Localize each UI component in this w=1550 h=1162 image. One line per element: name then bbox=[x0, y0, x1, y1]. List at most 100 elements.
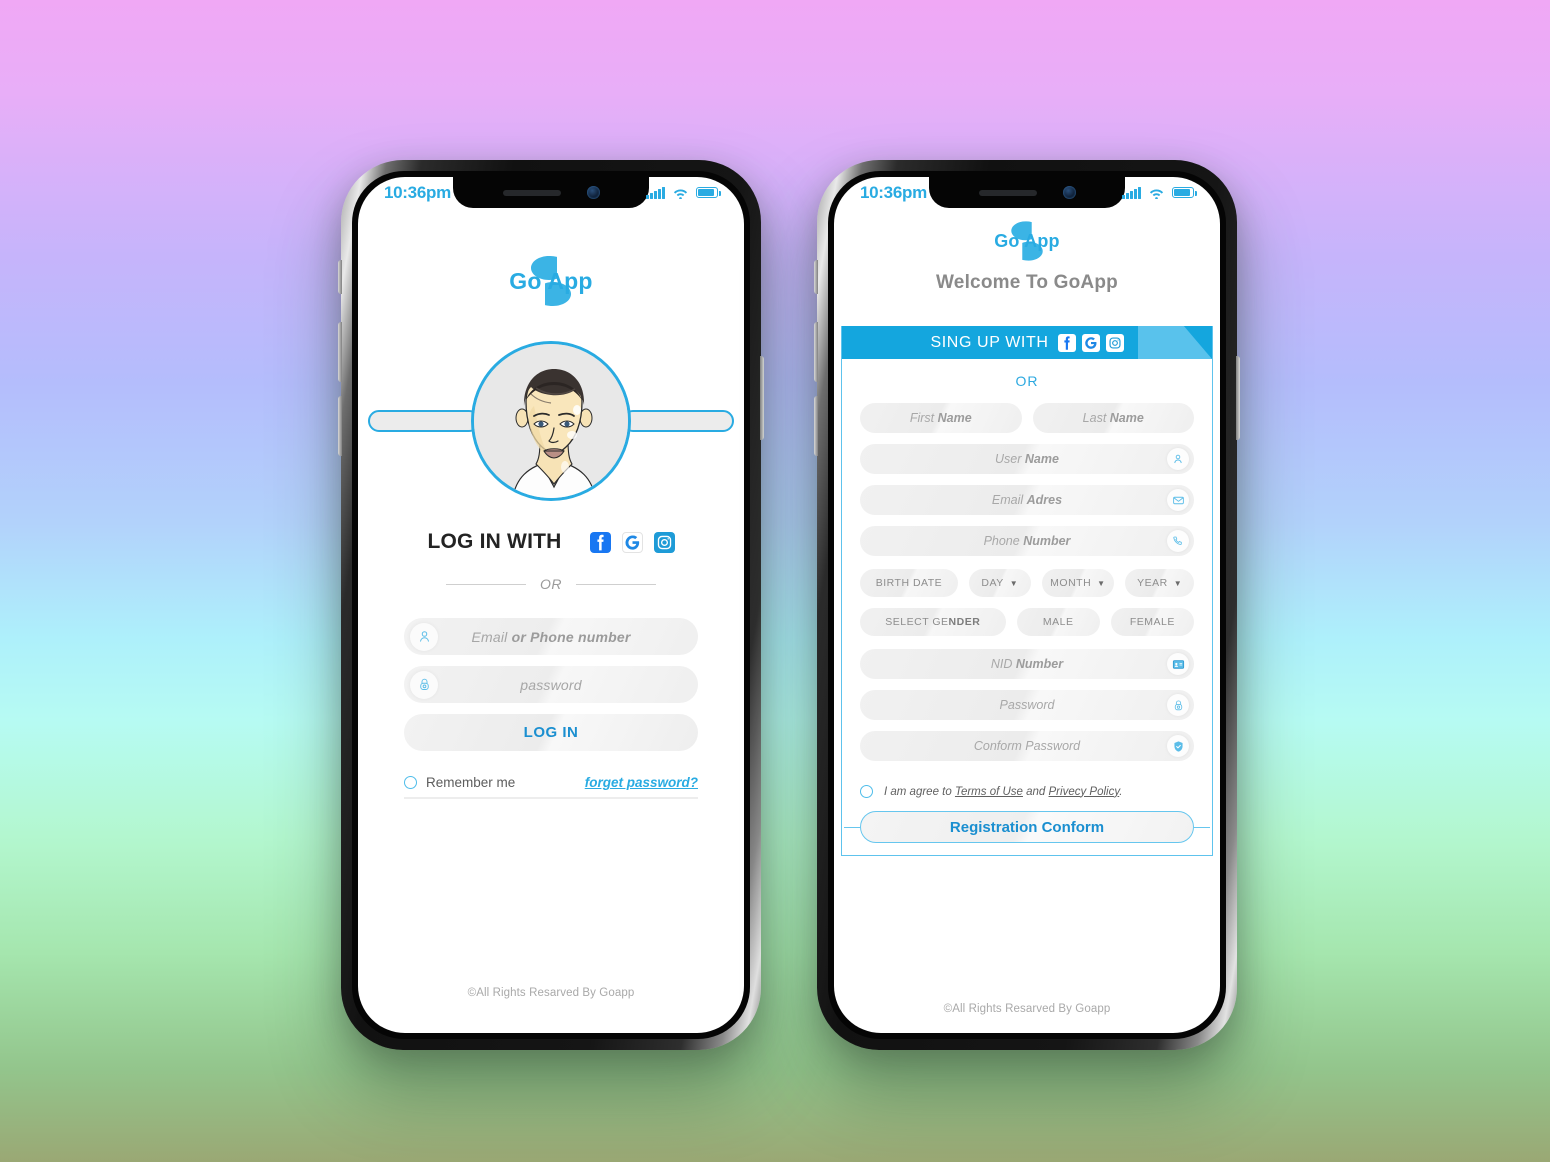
google-icon[interactable] bbox=[1081, 333, 1100, 352]
signup-social-icons bbox=[1057, 333, 1124, 352]
shield-check-icon bbox=[1167, 735, 1189, 757]
privacy-policy-link[interactable]: Privecy Policy bbox=[1049, 786, 1120, 798]
confirm-password-input[interactable]: Conform Password bbox=[860, 731, 1194, 761]
terms-text: I am agree to Terms of Use and Privecy P… bbox=[884, 785, 1123, 798]
id-card-icon bbox=[1167, 653, 1189, 675]
phone-icon bbox=[1167, 530, 1189, 552]
wifi-icon bbox=[1149, 189, 1164, 199]
facebook-icon[interactable] bbox=[1057, 333, 1076, 352]
battery-icon bbox=[1172, 187, 1197, 198]
select-gender-label: SELECT GENDER bbox=[860, 608, 1006, 636]
gender-row: SELECT GENDER MALE FEMALE bbox=[860, 608, 1194, 636]
mute-switch[interactable] bbox=[338, 260, 342, 294]
login-or-divider: OR bbox=[358, 576, 744, 592]
login-phone-bezel: 10:36pm Go App LOG IN WITH OR Email or P… bbox=[352, 171, 750, 1039]
decor-bar-left bbox=[368, 410, 480, 432]
last-name-input[interactable]: Last Name bbox=[1032, 403, 1194, 433]
signup-goapp-logo: Go App bbox=[994, 218, 1060, 264]
goapp-logo: Go App bbox=[509, 252, 593, 310]
registration-confirm-button[interactable]: Registration Conform bbox=[844, 811, 1210, 843]
chevron-down-icon: ▼ bbox=[1173, 578, 1183, 588]
remember-row-underline bbox=[404, 797, 698, 799]
login-status-bar: 10:36pm bbox=[358, 177, 744, 208]
gender-option-female[interactable]: FEMALE bbox=[1110, 608, 1194, 636]
signup-status-time: 10:36pm bbox=[860, 182, 927, 202]
signup-status-bar: 10:36pm bbox=[834, 177, 1220, 208]
name-row: First Name Last Name bbox=[860, 403, 1194, 433]
chevron-down-icon: ▼ bbox=[1097, 578, 1106, 588]
birth-date-row: BIRTH DATE DAY ▼ MONTH ▼ YEAR ▼ bbox=[860, 569, 1195, 597]
signup-power-button[interactable] bbox=[1236, 356, 1240, 440]
lock-icon bbox=[410, 670, 438, 699]
year-dropdown[interactable]: YEAR ▼ bbox=[1125, 569, 1195, 597]
avatar bbox=[471, 341, 631, 501]
signup-with-label: SING UP WITH bbox=[930, 333, 1049, 351]
divider-line-right bbox=[576, 583, 656, 585]
login-with-label: LOG IN WITH bbox=[427, 530, 562, 553]
envelope-icon bbox=[1167, 489, 1189, 511]
instagram-icon[interactable] bbox=[1105, 333, 1124, 352]
signup-volume-down-button[interactable] bbox=[814, 396, 818, 456]
divider-line-left bbox=[446, 583, 526, 585]
logo-text: Go App bbox=[509, 268, 593, 294]
username-input[interactable]: User Name bbox=[860, 444, 1194, 474]
signup-password-input[interactable]: Password bbox=[860, 690, 1194, 720]
avatar-row bbox=[358, 338, 744, 504]
gender-option-male[interactable]: MALE bbox=[1016, 608, 1100, 636]
day-dropdown[interactable]: DAY ▼ bbox=[968, 569, 1031, 597]
signup-status-icons bbox=[1122, 186, 1197, 199]
terms-of-use-link[interactable]: Terms of Use bbox=[955, 786, 1023, 798]
signup-mute-switch[interactable] bbox=[814, 260, 818, 294]
login-social-row: LOG IN WITH bbox=[358, 530, 744, 554]
decor-bar-right bbox=[622, 410, 734, 432]
welcome-title: Welcome To GoApp bbox=[936, 272, 1118, 293]
first-name-input[interactable]: First Name bbox=[860, 403, 1022, 433]
forgot-password-link[interactable]: forget password? bbox=[585, 775, 698, 790]
signup-phone-device: 10:36pm Go App Welcome To GoApp SING UP … bbox=[814, 160, 1240, 1050]
google-icon[interactable] bbox=[621, 531, 643, 553]
terms-agree-radio[interactable] bbox=[860, 785, 873, 798]
login-logo-wrap: Go App bbox=[358, 252, 744, 310]
signup-or-label: OR bbox=[1015, 373, 1039, 389]
wifi-icon bbox=[673, 189, 688, 199]
login-screen: 10:36pm Go App LOG IN WITH OR Email or P… bbox=[358, 177, 744, 1033]
status-icons bbox=[646, 186, 721, 199]
birth-date-label: BIRTH DATE bbox=[860, 569, 958, 597]
email-placeholder: Email or Phone number bbox=[471, 628, 631, 645]
or-label: OR bbox=[540, 576, 562, 592]
phone-input[interactable]: Phone Number bbox=[860, 526, 1194, 556]
email-input[interactable]: Email Adres bbox=[860, 485, 1194, 515]
status-time: 10:36pm bbox=[384, 182, 451, 202]
login-button[interactable]: LOG IN bbox=[404, 714, 698, 751]
signup-volume-up-button[interactable] bbox=[814, 322, 818, 382]
person-icon bbox=[1167, 448, 1189, 470]
battery-icon bbox=[696, 187, 721, 198]
nid-number-input[interactable]: NID Number bbox=[860, 649, 1194, 679]
email-or-phone-input[interactable]: Email or Phone number bbox=[404, 618, 698, 655]
signal-bars-icon bbox=[646, 186, 665, 199]
instagram-icon[interactable] bbox=[653, 531, 675, 553]
login-footer: ©All Rights Resarved By Goapp bbox=[467, 987, 635, 999]
signup-footer: ©All Rights Resarved By Goapp bbox=[943, 1003, 1111, 1015]
signup-card-header: SING UP WITH bbox=[842, 326, 1212, 359]
volume-up-button[interactable] bbox=[338, 322, 342, 382]
remember-me-label: Remember me bbox=[426, 775, 516, 790]
remember-me-radio[interactable] bbox=[404, 776, 417, 789]
person-icon bbox=[410, 622, 438, 651]
lock-icon bbox=[1167, 694, 1189, 716]
password-placeholder: password bbox=[520, 676, 582, 693]
signup-phone-bezel: 10:36pm Go App Welcome To GoApp SING UP … bbox=[828, 171, 1226, 1039]
month-dropdown[interactable]: MONTH ▼ bbox=[1041, 569, 1115, 597]
terms-row: I am agree to Terms of Use and Privecy P… bbox=[860, 785, 1194, 798]
header-wedge-decor bbox=[1138, 326, 1212, 359]
volume-down-button[interactable] bbox=[338, 396, 342, 456]
power-button[interactable] bbox=[760, 356, 764, 440]
facebook-icon[interactable] bbox=[589, 531, 611, 553]
signal-bars-icon bbox=[1122, 186, 1141, 199]
signup-logo-text: Go App bbox=[994, 231, 1060, 251]
signup-card: SING UP WITH OR First Name Last Name Use… bbox=[841, 326, 1213, 856]
chevron-down-icon: ▼ bbox=[1009, 578, 1019, 588]
password-input[interactable]: password bbox=[404, 666, 698, 703]
login-phone-device: 10:36pm Go App LOG IN WITH OR Email or P… bbox=[338, 160, 764, 1050]
signup-logo-wrap: Go App bbox=[834, 218, 1220, 264]
